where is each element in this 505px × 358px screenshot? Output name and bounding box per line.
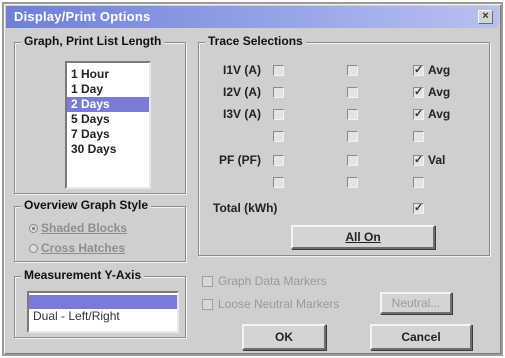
graph-length-item[interactable]: 1 Day (67, 82, 149, 97)
graph-length-listbox[interactable]: 1 Hour 1 Day 2 Days 5 Days 7 Days 30 Day… (65, 61, 151, 189)
trace-i1v-checkbox-2[interactable] (347, 65, 358, 76)
measurement-axis-group: Measurement Y-Axis Dual - Left/Right (14, 268, 186, 338)
graph-length-item[interactable]: 1 Hour (67, 67, 149, 82)
radio-shaded-blocks[interactable]: Shaded Blocks (29, 221, 127, 235)
loose-neutral-markers-label: Loose Neutral Markers (218, 297, 340, 311)
trace-label-pf: PF (PF) (219, 153, 261, 167)
trace-row6-checkbox-1[interactable] (273, 177, 284, 188)
close-icon[interactable]: × (478, 10, 493, 24)
trace-i2v-avg-checkbox[interactable] (413, 85, 424, 98)
overview-style-legend: Overview Graph Style (21, 198, 152, 212)
trace-pf-checkbox-2[interactable] (347, 155, 358, 166)
ok-button[interactable]: OK (242, 324, 326, 350)
graph-length-item[interactable]: 30 Days (67, 142, 149, 157)
display-print-options-dialog: Display/Print Options × Graph, Print Lis… (2, 2, 503, 356)
total-kwh-checkbox[interactable] (413, 201, 424, 214)
measurement-axis-listbox[interactable]: Dual - Left/Right (27, 291, 179, 333)
graph-length-item[interactable]: 5 Days (67, 112, 149, 127)
trace-selections-legend: Trace Selections (205, 34, 306, 48)
measurement-axis-item[interactable]: Dual - Left/Right (29, 309, 177, 324)
trace-row4-checkbox-1[interactable] (273, 131, 284, 142)
cancel-button-label: Cancel (401, 330, 441, 344)
trace-i1v-checkbox-1[interactable] (273, 65, 284, 76)
graph-data-markers-label: Graph Data Markers (218, 274, 327, 288)
window-title: Display/Print Options (14, 9, 151, 24)
radio-cross-hatches[interactable]: Cross Hatches (29, 241, 125, 255)
trace-i1v-avg-label: Avg (428, 63, 451, 77)
trace-row4-checkbox-2[interactable] (347, 131, 358, 142)
neutral-button[interactable]: Neutral... (380, 292, 452, 314)
all-on-button-label: All On (345, 230, 381, 244)
trace-selections-group: Trace Selections I1V (A) Avg I2V (A) Avg… (198, 34, 490, 256)
title-bar: Display/Print Options × (6, 6, 499, 28)
measurement-axis-item-selected[interactable] (29, 295, 177, 309)
graph-length-item[interactable]: 7 Days (67, 127, 149, 142)
cancel-button[interactable]: Cancel (370, 324, 472, 350)
trace-row6-checkbox-2[interactable] (347, 177, 358, 188)
graph-length-item-selected[interactable]: 2 Days (67, 97, 149, 112)
radio-unselected-icon (29, 244, 38, 253)
measurement-axis-legend: Measurement Y-Axis (21, 268, 145, 282)
trace-i2v-checkbox-2[interactable] (347, 87, 358, 98)
trace-i1v-avg-checkbox[interactable] (413, 63, 424, 76)
trace-i3v-checkbox-1[interactable] (273, 109, 284, 120)
graph-data-markers-checkbox[interactable] (202, 276, 213, 287)
graph-length-group: Graph, Print List Length 1 Hour 1 Day 2 … (14, 34, 186, 194)
graph-length-legend: Graph, Print List Length (21, 34, 165, 48)
trace-label-i3v: I3V (A) (222, 107, 261, 121)
trace-label-i1v: I1V (A) (222, 63, 261, 77)
trace-i2v-avg-label: Avg (428, 85, 451, 99)
trace-row4-checkbox-3[interactable] (413, 131, 424, 142)
neutral-button-label: Neutral... (391, 296, 441, 310)
trace-pf-val-checkbox[interactable] (413, 153, 424, 166)
trace-row6-checkbox-3[interactable] (413, 177, 424, 188)
trace-label-i2v: I2V (A) (222, 85, 261, 99)
loose-neutral-markers-checkbox[interactable] (202, 299, 213, 310)
overview-style-group: Overview Graph Style Shaded Blocks Cross… (14, 198, 186, 262)
trace-i3v-checkbox-2[interactable] (347, 109, 358, 120)
ok-button-label: OK (275, 330, 293, 344)
radio-shaded-blocks-label: Shaded Blocks (41, 221, 128, 235)
trace-pf-val-label: Val (428, 153, 446, 167)
trace-pf-checkbox-1[interactable] (273, 155, 284, 166)
total-kwh-label: Total (kWh) (213, 201, 278, 215)
radio-selected-icon (29, 224, 38, 233)
trace-i2v-checkbox-1[interactable] (273, 87, 284, 98)
all-on-button[interactable]: All On (291, 225, 435, 249)
trace-i3v-avg-checkbox[interactable] (413, 107, 424, 120)
radio-cross-hatches-label: Cross Hatches (41, 241, 126, 255)
trace-i3v-avg-label: Avg (428, 107, 451, 121)
